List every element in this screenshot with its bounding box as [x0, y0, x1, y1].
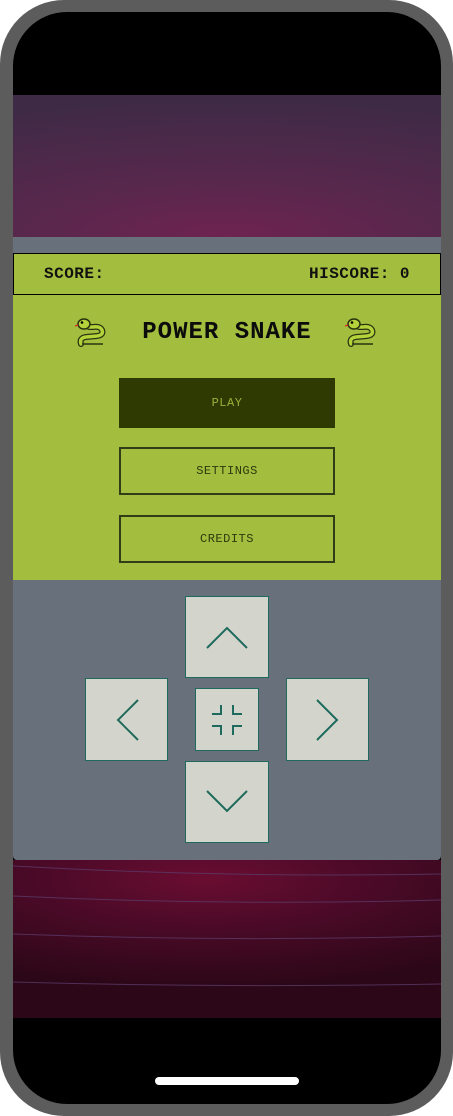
- settings-button[interactable]: SETTINGS: [119, 447, 335, 495]
- chevron-up-icon: [206, 626, 248, 649]
- right-button[interactable]: [286, 678, 369, 761]
- play-button[interactable]: PLAY: [119, 378, 335, 428]
- hiscore-label: HISCORE: 0: [308, 265, 410, 283]
- down-button[interactable]: [185, 761, 269, 843]
- minimize-icon: [212, 704, 242, 735]
- snake-icon: [345, 318, 376, 347]
- screen: SCORE: HISCORE: 0 POWER SNAKE PLAY SETTI…: [13, 12, 441, 1104]
- background-top: [13, 95, 441, 237]
- title-text: POWER SNAKE: [142, 318, 312, 346]
- center-button[interactable]: [195, 688, 259, 751]
- main-menu: POWER SNAKE PLAY SETTINGS CREDITS: [13, 295, 441, 580]
- up-button[interactable]: [185, 596, 269, 678]
- game-panel: SCORE: HISCORE: 0 POWER SNAKE PLAY SETTI…: [13, 237, 441, 860]
- credits-button[interactable]: CREDITS: [119, 515, 335, 563]
- game-title: POWER SNAKE: [13, 315, 441, 349]
- score-label: SCORE:: [44, 265, 105, 283]
- snake-icon: [74, 318, 106, 347]
- chevron-down-icon: [206, 790, 248, 813]
- phone-frame: SCORE: HISCORE: 0 POWER SNAKE PLAY SETTI…: [0, 0, 453, 1116]
- background-bottom: [13, 860, 441, 1018]
- chevron-right-icon: [315, 698, 338, 741]
- left-button[interactable]: [85, 678, 168, 761]
- score-bar: SCORE: HISCORE: 0: [13, 253, 441, 295]
- home-indicator[interactable]: [155, 1077, 299, 1085]
- chevron-left-icon: [116, 698, 139, 741]
- grid-lines: [13, 865, 441, 987]
